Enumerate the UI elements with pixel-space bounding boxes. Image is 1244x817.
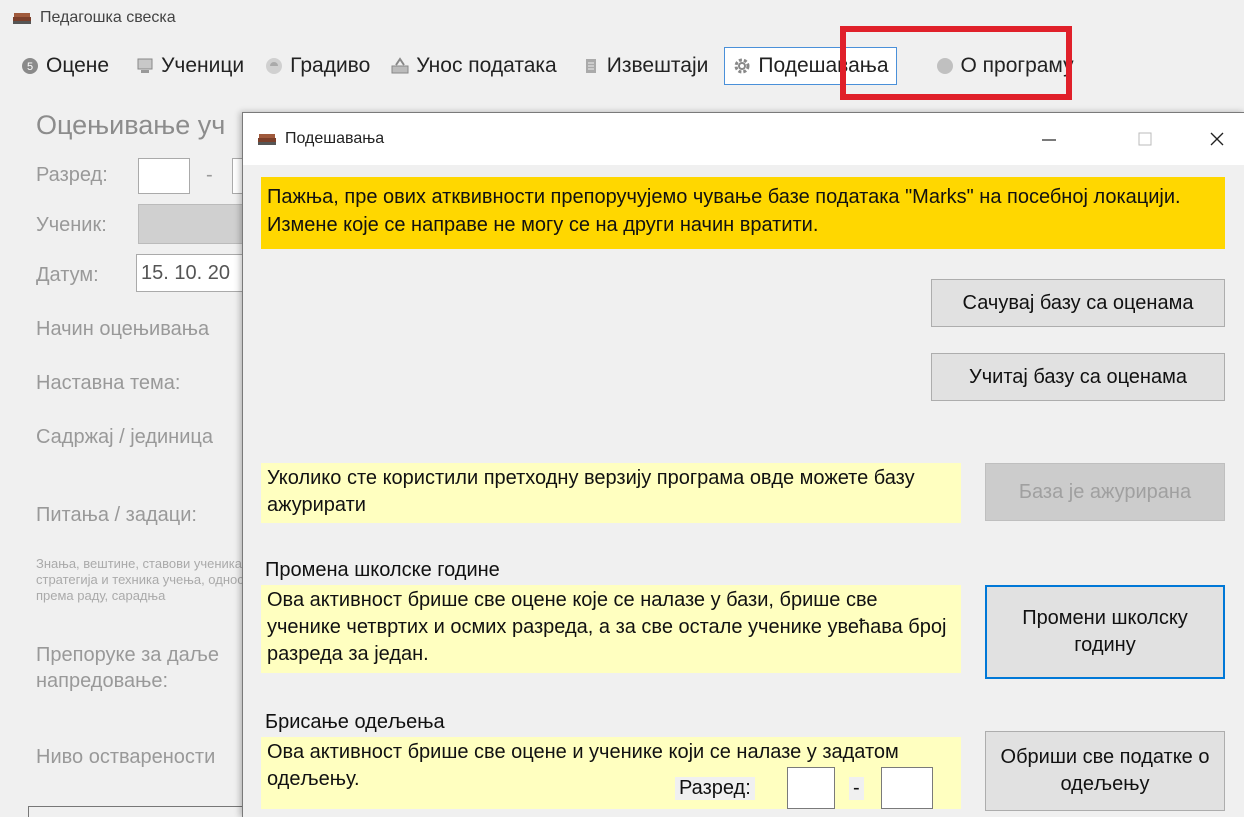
menu-item-students[interactable]: Ученици <box>127 48 252 84</box>
student-label: Ученик: <box>36 214 107 236</box>
form-heading: Оцењивање уч <box>36 110 226 140</box>
minimize-icon <box>1042 139 1056 141</box>
dialog-titlebar: Подешавања <box>243 113 1244 165</box>
grade-input[interactable] <box>138 158 190 194</box>
save-database-button[interactable]: Сачувај базу са оценама <box>931 279 1225 327</box>
reports-icon <box>581 56 601 76</box>
dialog-title: Подешавања <box>285 130 385 147</box>
update-note: Уколико сте користили претходну верзију … <box>261 463 961 523</box>
minimize-button[interactable] <box>1021 113 1077 165</box>
menu-item-about[interactable]: О програму <box>927 48 1082 84</box>
school-year-title: Промена школске године <box>265 559 500 581</box>
student-select[interactable] <box>138 204 252 244</box>
books-icon <box>13 13 31 24</box>
grade-label: Разред: <box>36 164 108 186</box>
date-label: Датум: <box>36 264 99 286</box>
delete-class-grade-label: Разред: <box>675 777 755 800</box>
grade-icon: 5 <box>20 56 40 76</box>
table-edge <box>28 806 251 817</box>
maximize-button[interactable] <box>1117 113 1173 165</box>
delete-class-button[interactable]: Обриши све податке о одељењу <box>985 731 1225 811</box>
delete-class-section-input[interactable] <box>881 767 933 809</box>
warning-banner: Пажња, пре ових атквивности препоручујем… <box>261 177 1225 249</box>
main-menu-bar: 5 Оцене Ученици Градиво Унос података Из… <box>0 44 1244 88</box>
date-input[interactable]: 15. 10. 20 <box>136 254 250 292</box>
students-icon <box>135 56 155 76</box>
method-label: Начин оцењивања <box>36 318 210 340</box>
menu-item-grades[interactable]: 5 Оцене <box>12 48 117 84</box>
delete-class-separator: - <box>849 777 864 800</box>
content-label: Садржај / јединица <box>36 426 213 448</box>
database-updated-button[interactable]: База је ажурирана <box>985 463 1225 521</box>
app-title: Педагошка свеска <box>40 9 176 26</box>
close-icon <box>1210 132 1224 146</box>
load-database-button[interactable]: Учитај базу са оценама <box>931 353 1225 401</box>
data-entry-icon <box>390 56 410 76</box>
change-school-year-button[interactable]: Промени школску годину <box>985 585 1225 679</box>
menu-item-data-entry[interactable]: Унос података <box>382 48 564 84</box>
settings-dialog: Подешавања Пажња, пре ових атквивности п… <box>242 112 1244 817</box>
svg-text:5: 5 <box>27 61 33 73</box>
skills-note: Знања, вештине, ставови ученика, стратег… <box>36 556 246 603</box>
books-icon <box>258 134 276 145</box>
questions-label: Питања / задаци: <box>36 504 197 526</box>
main-titlebar: Педагошка свеска <box>0 0 1244 36</box>
recommend-label: Препоруке за даље напредовање: <box>36 644 220 692</box>
menu-item-settings[interactable]: Подешавања <box>724 47 897 85</box>
school-year-note: Ова активност брише све оцене које се на… <box>261 585 961 673</box>
menu-item-reports[interactable]: Извештаји <box>573 48 717 84</box>
material-icon <box>264 56 284 76</box>
grade-separator: - <box>206 164 213 186</box>
delete-class-title: Брисање одељења <box>265 711 445 733</box>
maximize-icon <box>1138 132 1152 146</box>
delete-class-grade-input[interactable] <box>787 767 835 809</box>
menu-item-material[interactable]: Градиво <box>256 48 378 84</box>
gear-icon <box>732 56 752 76</box>
grading-form-background: Оцењивање уч Разред: - Ученик: Датум: 15… <box>0 100 254 817</box>
close-button[interactable] <box>1189 113 1244 165</box>
topic-label: Наставна тема: <box>36 372 181 394</box>
info-icon <box>935 56 955 76</box>
level-label: Ниво остварености <box>36 746 216 768</box>
